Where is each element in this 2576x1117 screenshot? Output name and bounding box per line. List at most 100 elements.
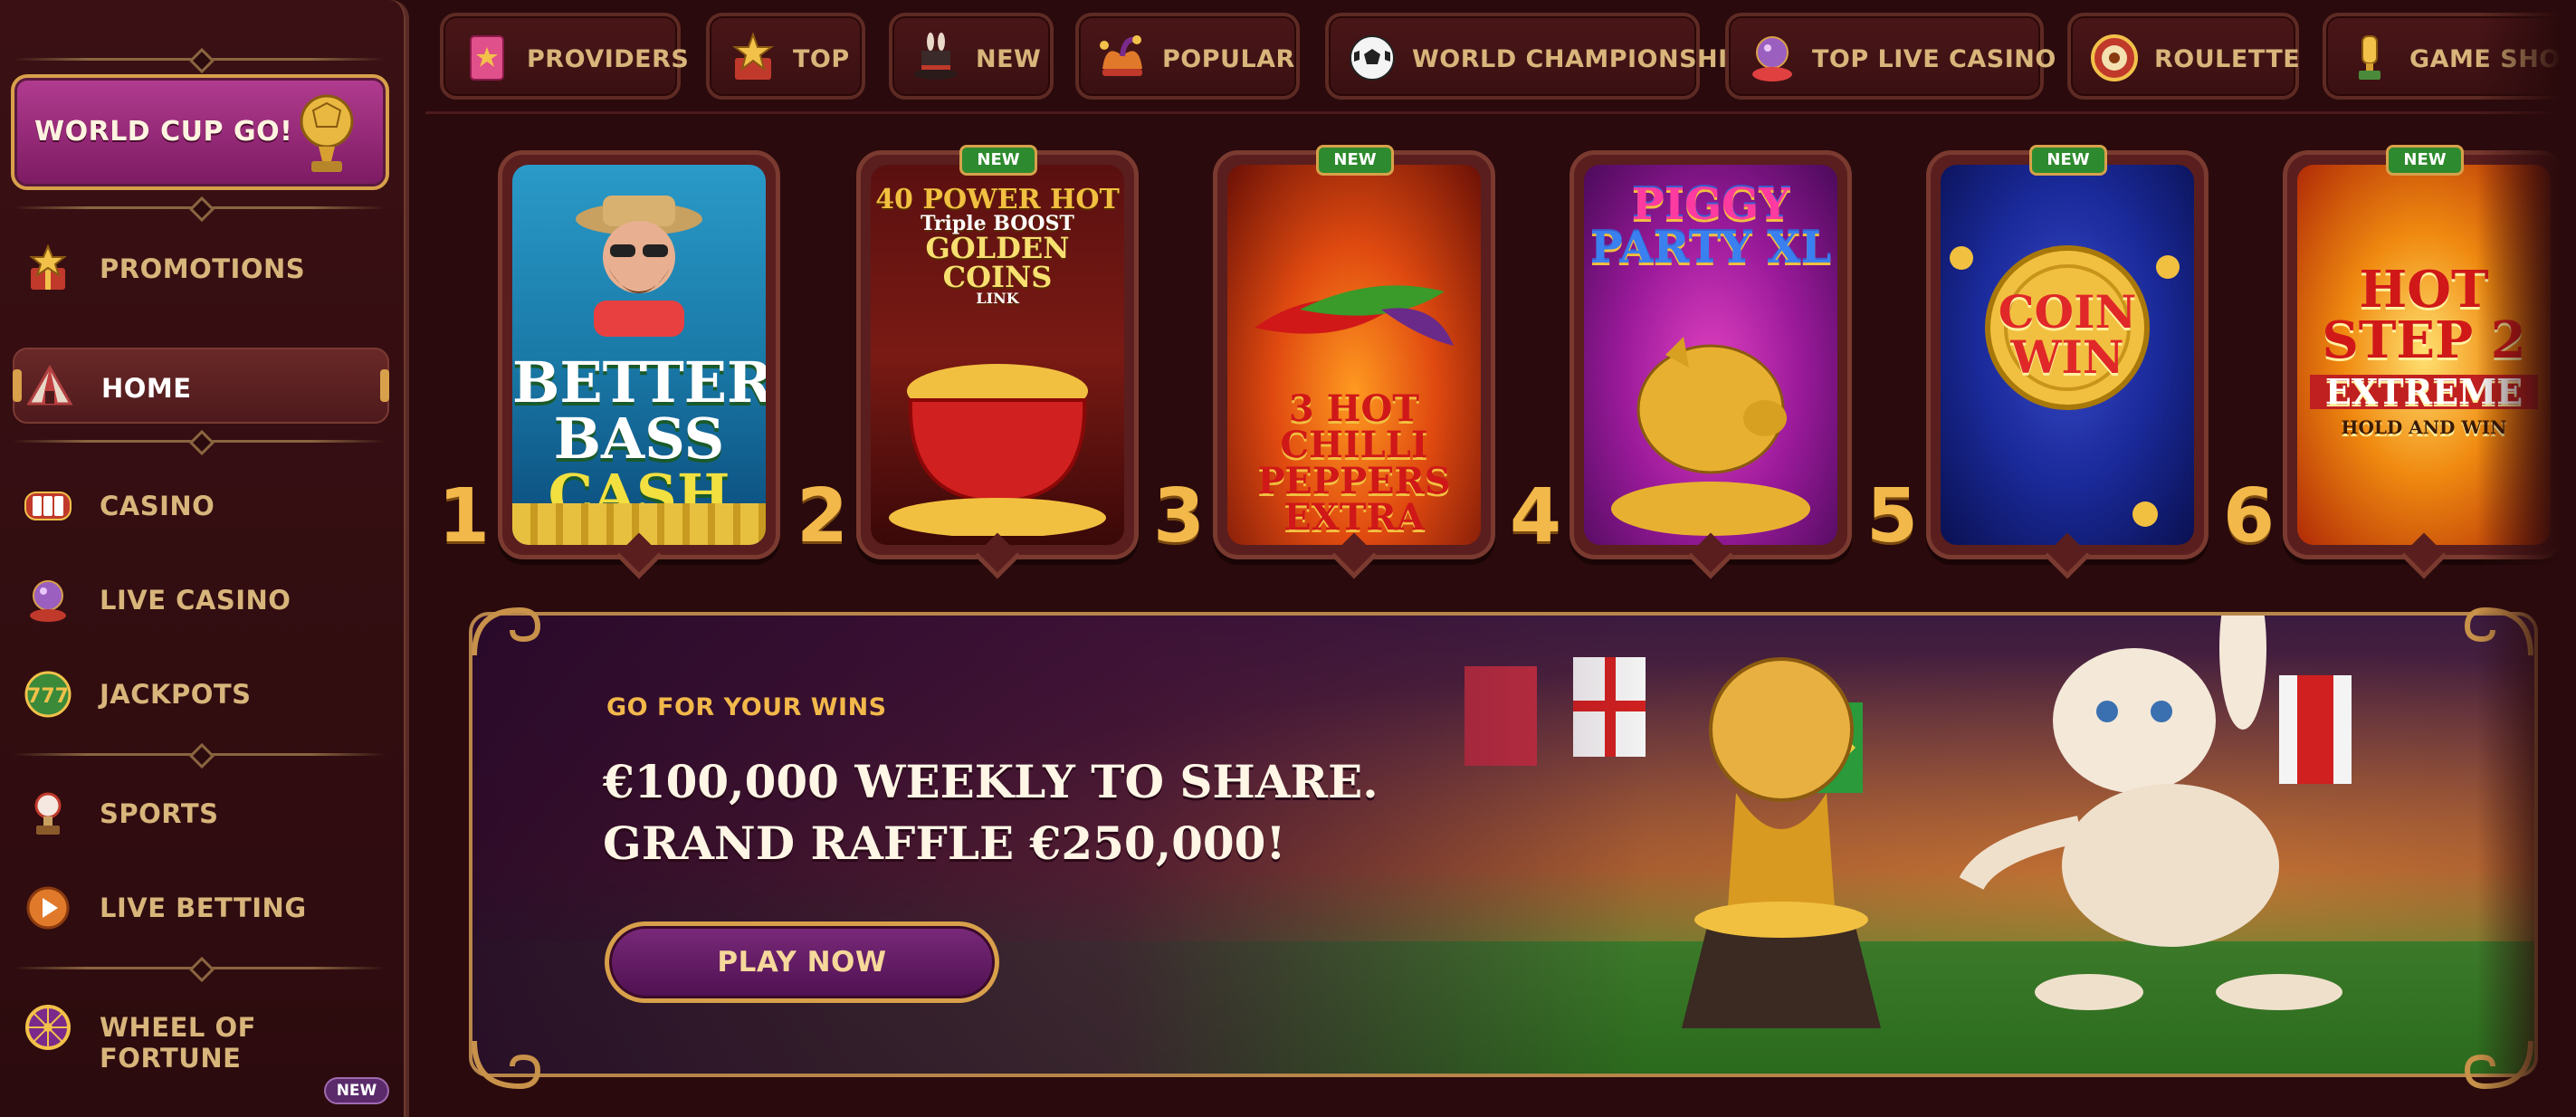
tab-label: GAME SHOW [2409,45,2576,73]
golden-ball-trophy [1682,657,1881,1028]
tab-label: TOP [793,45,850,73]
game-rank: 1 [438,473,491,559]
sidebar-divider [13,967,386,969]
fortune-wheel-icon [25,1005,71,1050]
game-rank: 4 [1510,473,1562,559]
ornament-corner [472,1040,541,1090]
category-tabs: PROVIDERS TOP NEW POPULAR WORLD CHAMPION… [425,0,2576,114]
new-badge: NEW [324,1077,389,1104]
sidebar-divider [13,440,386,443]
game-thumbnail: PIGGY PARTY XL [1584,165,1837,545]
game-card-piggy-party-xl[interactable]: PIGGY PARTY XL 4 [1510,150,1852,579]
ornament-corner [2464,606,2533,656]
chilli-peppers [1255,285,1454,346]
trophy-cup-icon [2359,35,2380,80]
sidebar-item-label: SPORTS [100,798,219,829]
jester-hat-icon [1100,35,1142,76]
game-rank: 3 [1153,473,1206,559]
game-thumbnail: 3 HOT CHILLI PEPPERS EXTRA [1227,165,1481,545]
game-title: 3 HOT CHILLI PEPPERS EXTRA [1257,387,1451,539]
sidebar-item-label: JACKPOTS [100,679,252,710]
game-card-3-hot-chilli-peppers[interactable]: 3 HOT CHILLI PEPPERS EXTRA NEW 3 [1153,145,1495,579]
tab-top[interactable]: TOP [706,13,865,100]
game-card-coin-win[interactable]: COIN WIN NEW 5 [1866,145,2209,579]
ornament-corner [2464,1040,2533,1090]
crystal-ball-icon [30,580,66,622]
sidebar-item-jackpots[interactable]: 777 JACKPOTS [13,655,389,731]
sidebar: WORLD CUP GO! PROMOTIONS HOME CASINO LIV… [0,0,409,1117]
sidebar-item-home[interactable]: HOME [13,348,389,424]
golden-ball-trophy-icon [300,94,354,172]
game-card-hot-step-2-extreme[interactable]: HOT STEP 2 EXTREME HOLD AND WIN NEW 6 [2223,145,2565,579]
sidebar-item-label: HOME [101,373,192,404]
svg-text:777: 777 [27,685,69,708]
sidebar-item-label: CASINO [100,491,215,521]
book-icon [470,35,504,81]
gift-star-icon [29,244,67,290]
magic-hat-icon [914,33,958,80]
tab-providers[interactable]: PROVIDERS [440,13,689,100]
sidebar-item-live-casino[interactable]: LIVE CASINO [13,561,389,637]
slot-reels-icon [24,492,72,520]
roulette-icon [2091,34,2138,81]
tab-world-championship[interactable]: WORLD CHAMPIONSHIP [1325,13,1745,100]
sidebar-item-casino[interactable]: CASINO [13,467,389,543]
tent-icon [26,364,73,406]
sidebar-item-promotions[interactable]: PROMOTIONS [13,230,389,306]
new-tag: NEW [2386,145,2464,176]
tab-label: NEW [976,45,1042,73]
sidebar-divider [13,58,386,61]
tab-top-live-casino[interactable]: TOP LIVE CASINO [1725,13,2056,100]
tab-roulette[interactable]: ROULETTE [2067,13,2301,100]
golden-piggy [1611,337,1810,536]
game-title: 40 POWER HOT Triple BOOST GOLDEN COINS L… [875,184,1120,307]
new-tag: NEW [2029,145,2107,176]
tab-label: WORLD CHAMPIONSHIP [1412,45,1746,73]
tab-label: ROULETTE [2154,45,2301,73]
fisherman-figure [576,196,702,337]
tab-new[interactable]: NEW [889,13,1054,100]
world-cup-go-button[interactable]: WORLD CUP GO! [11,74,389,190]
jackpot-777-icon: 777 [24,671,72,718]
game-thumbnail: BETTER BASS CASH [512,165,766,545]
new-tag: NEW [1316,145,1394,176]
game-card-better-bass-cash[interactable]: BETTER BASS CASH 1 [438,150,780,579]
game-rank: 5 [1866,473,1919,559]
play-now-button[interactable]: PLAY NOW [605,921,999,1003]
world-cup-go-label: WORLD CUP GO! [34,116,293,148]
crystal-ball-icon [1752,36,1792,81]
coin-pot [889,364,1106,536]
tab-game-show[interactable]: GAME SHOW [2323,13,2576,100]
sidebar-divider [13,753,386,756]
sidebar-item-sports[interactable]: SPORTS [13,775,389,851]
banner-eyebrow: GO FOR YOUR WINS [606,693,887,721]
tab-label: TOP LIVE CASINO [1812,45,2056,73]
ornament-corner [472,606,541,656]
game-thumbnail: 40 POWER HOT Triple BOOST GOLDEN COINS L… [871,165,1124,545]
game-title: HOT STEP 2 EXTREME HOLD AND WIN [2297,264,2551,436]
sidebar-item-label: WHEEL OF FORTUNE [100,1012,256,1074]
star-box-icon [732,33,774,80]
soccer-ball-icon [1350,35,1395,81]
sports-trophy-icon [34,792,62,835]
game-title: BETTER BASS CASH [512,349,766,528]
banner-headline: GRAND RAFFLE €250,000! [603,816,1286,870]
game-title: PIGGY PARTY XL [1589,179,1832,273]
tab-label: POPULAR [1162,45,1295,73]
game-title: COIN WIN [1998,285,2137,384]
sidebar-item-label: LIVE CASINO [100,585,291,616]
tab-label: PROVIDERS [527,45,690,73]
game-rank: 2 [797,473,849,559]
game-card-40-power-hot[interactable]: 40 POWER HOT Triple BOOST GOLDEN COINS L… [797,145,1139,579]
sidebar-item-wheel-of-fortune[interactable]: WHEEL OF FORTUNE [13,988,389,1074]
new-tag: NEW [959,145,1037,176]
game-rank: 6 [2223,473,2275,559]
sidebar-item-live-betting[interactable]: LIVE BETTING [13,869,389,945]
rabbit-mascot [1959,612,2342,1010]
sidebar-divider [13,206,386,209]
sidebar-item-label: PROMOTIONS [100,253,306,284]
sidebar-item-label: LIVE BETTING [100,893,307,923]
banner-headline: €100,000 WEEKLY TO SHARE. [603,755,1379,808]
game-thumbnail: HOT STEP 2 EXTREME HOLD AND WIN [2297,165,2551,545]
tab-popular[interactable]: POPULAR [1075,13,1300,100]
